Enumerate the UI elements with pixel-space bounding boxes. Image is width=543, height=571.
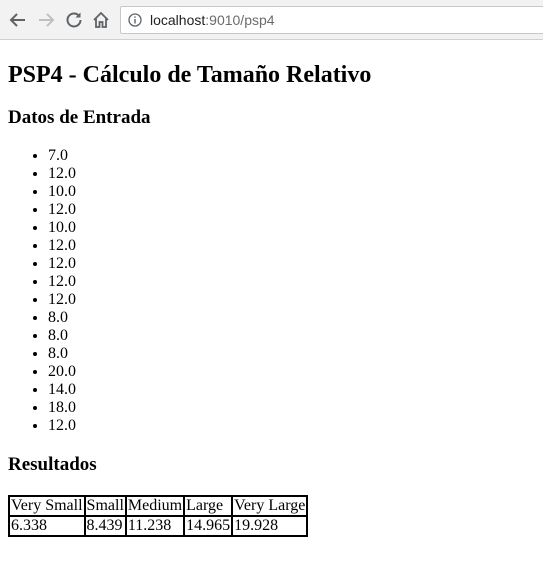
input-list-item: 12.0	[48, 291, 76, 309]
results-header-cell: Very Large	[232, 496, 308, 516]
input-heading: Datos de Entrada	[8, 107, 151, 128]
input-list-item: 10.0	[48, 183, 76, 201]
input-list-item: 8.0	[48, 345, 76, 363]
results-heading: Resultados	[8, 454, 97, 475]
results-table: Very Small Small Medium Large Very Large 6.3…	[8, 495, 309, 537]
input-list-item: 12.0	[48, 273, 76, 291]
results-value-cell: 6.338	[9, 516, 85, 536]
results-header-cell: Large	[184, 496, 233, 516]
results-value-cell: 8.439	[84, 516, 126, 536]
results-value-cell: 19.928	[232, 516, 308, 536]
results-value-cell: 14.965	[184, 516, 233, 536]
input-list-item: 8.0	[48, 309, 76, 327]
input-list-item: 10.0	[48, 219, 76, 237]
input-data-list: 7.012.010.012.010.012.012.012.012.08.08.…	[28, 147, 76, 435]
address-bar[interactable]: localhost:9010/psp4	[120, 6, 543, 34]
input-list-item: 12.0	[48, 237, 76, 255]
input-list-item: 12.0	[48, 201, 76, 219]
arrow-left-icon	[9, 13, 25, 27]
results-value-row: 6.338 8.439 11.238 14.965 19.928	[9, 516, 308, 536]
home-icon	[93, 11, 109, 28]
results-header-cell: Medium	[125, 496, 185, 516]
results-header-cell: Very Small	[9, 496, 85, 516]
forward-button[interactable]	[35, 9, 57, 31]
url-host: localhost	[150, 12, 206, 28]
input-list-item: 20.0	[48, 363, 76, 381]
results-value-cell: 11.238	[125, 516, 185, 536]
input-list-item: 8.0	[48, 327, 76, 345]
home-button[interactable]	[90, 9, 112, 31]
reload-button[interactable]	[63, 9, 85, 31]
url-port-path: :9010/psp4	[205, 12, 275, 28]
results-header-row: Very Small Small Medium Large Very Large	[9, 496, 308, 516]
browser-toolbar: localhost:9010/psp4	[0, 0, 543, 40]
input-list-item: 12.0	[48, 165, 76, 183]
url-text[interactable]: localhost:9010/psp4	[150, 11, 275, 29]
back-button[interactable]	[7, 9, 29, 31]
info-icon[interactable]	[128, 13, 142, 27]
input-list-item: 14.0	[48, 381, 76, 399]
page-title: PSP4 - Cálculo de Tamaño Relativo	[8, 62, 372, 88]
input-list-item: 7.0	[48, 147, 76, 165]
input-list-item: 12.0	[48, 417, 76, 435]
input-list-item: 18.0	[48, 399, 76, 417]
arrow-right-icon	[39, 13, 55, 27]
reload-icon	[66, 12, 82, 28]
results-header-cell: Small	[84, 496, 126, 516]
input-list-item: 12.0	[48, 255, 76, 273]
